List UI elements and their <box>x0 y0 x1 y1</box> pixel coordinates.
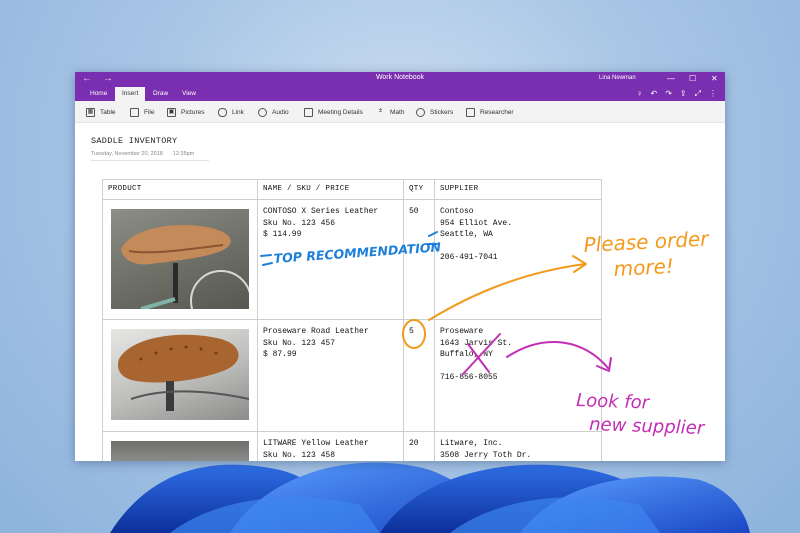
ink-orange-arrow-line[interactable] <box>428 263 586 321</box>
ink-magenta-arrow-line[interactable] <box>506 340 609 369</box>
ink-orange-circle[interactable] <box>402 319 426 349</box>
ink-annotations: TOP RECOMMENDATION <box>260 231 612 375</box>
onenote-window: ← → Work Notebook Lina Newman — ☐ ✕ Home… <box>75 72 725 461</box>
ink-top-recommendation[interactable]: TOP RECOMMENDATION <box>273 239 442 266</box>
ink-magenta-cross[interactable] <box>462 333 501 375</box>
